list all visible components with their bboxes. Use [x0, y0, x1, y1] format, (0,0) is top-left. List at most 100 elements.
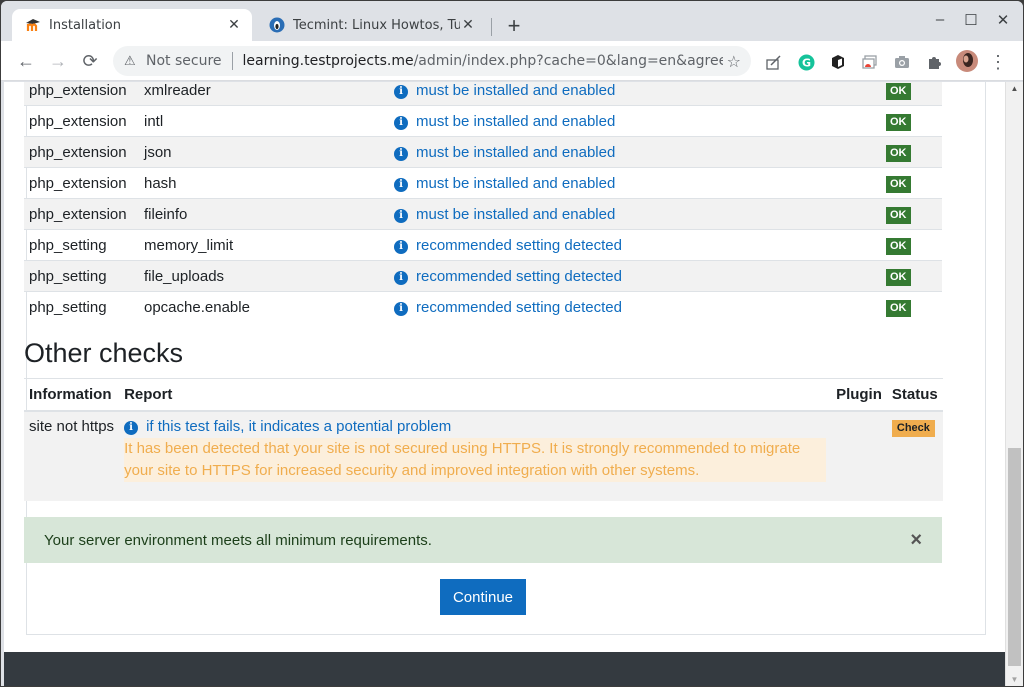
info-icon[interactable]: i: [394, 270, 408, 285]
status-cell: OK: [881, 105, 942, 137]
report-cell: i recommended setting detected: [389, 229, 881, 261]
check-type-cell: php_extension: [24, 198, 139, 230]
tab-title: Installation: [49, 17, 122, 33]
status-cell: OK: [881, 82, 942, 106]
report-link[interactable]: recommended setting detected: [416, 268, 622, 285]
camera-extension-icon[interactable]: [893, 53, 911, 71]
info-icon[interactable]: i: [124, 420, 139, 435]
report-link[interactable]: recommended setting detected: [416, 237, 622, 254]
page-footer: [4, 652, 1005, 686]
maximize-button[interactable]: ☐: [961, 11, 981, 29]
tecmint-icon: [269, 17, 285, 33]
cube-extension-icon[interactable]: [829, 53, 847, 71]
table-row: php_extension hash i must be installed and …: [24, 167, 942, 199]
divider: [231, 52, 233, 70]
browser-menu-icon[interactable]: ⋮: [989, 52, 1007, 72]
vertical-scrollbar[interactable]: ▲ ▼: [1005, 82, 1023, 686]
tab-tecmint[interactable]: Tecmint: Linux Howtos, Tutori ✕: [256, 9, 486, 41]
success-alert: Your server environment meets all minimu…: [24, 517, 942, 563]
reload-button[interactable]: ⟳: [80, 51, 100, 71]
close-alert-icon[interactable]: ×: [910, 529, 922, 552]
column-header-information: Information: [24, 378, 120, 412]
other-checks-table: Information Report Plugin Status site no…: [24, 378, 943, 501]
report-link[interactable]: must be installed and enabled: [416, 82, 615, 99]
info-icon[interactable]: i: [394, 84, 408, 99]
check-name-cell: file_uploads: [139, 260, 389, 292]
table-row: php_setting opcache.enable i recommended se…: [24, 291, 942, 323]
check-type-cell: php_setting: [24, 291, 139, 323]
report-cell: i must be installed and enabled: [389, 136, 881, 168]
status-badge: OK: [886, 144, 911, 162]
plugin-cell: [831, 410, 887, 501]
info-icon[interactable]: i: [394, 239, 408, 254]
status-cell: OK: [881, 260, 942, 292]
status-cell: OK: [881, 198, 942, 230]
check-type-cell: php_extension: [24, 167, 139, 199]
tab-installation[interactable]: Installation ✕: [12, 9, 252, 41]
extensions-puzzle-icon[interactable]: [925, 53, 943, 71]
info-icon[interactable]: i: [394, 146, 408, 161]
new-tab-button[interactable]: +: [503, 15, 525, 37]
check-name-cell: hash: [139, 167, 389, 199]
column-header-status: Status: [886, 378, 943, 412]
bookmark-star-icon[interactable]: ☆: [727, 52, 741, 71]
profile-avatar[interactable]: [956, 50, 978, 72]
table-row: php_extension intl i must be installed and …: [24, 105, 942, 137]
report-cell: i recommended setting detected: [389, 260, 881, 292]
report-link[interactable]: if this test fails, it indicates a poten…: [146, 418, 451, 435]
scroll-up-arrow-icon[interactable]: ▲: [1006, 84, 1023, 93]
browser-toolbar: ← → ⟳ ⚠ Not secure learning.testprojects…: [1, 41, 1023, 81]
continue-button[interactable]: Continue: [440, 579, 526, 615]
close-tab-icon[interactable]: ✕: [226, 17, 242, 33]
other-checks-heading: Other checks: [24, 338, 184, 368]
info-icon[interactable]: i: [394, 115, 408, 130]
status-badge: OK: [886, 82, 911, 100]
url-text[interactable]: learning.testprojects.me/admin/index.php…: [243, 53, 723, 69]
column-header-report: Report: [119, 378, 832, 412]
report-cell: i recommended setting detected: [389, 291, 881, 323]
edit-extension-icon[interactable]: [765, 53, 783, 71]
check-name-cell: intl: [139, 105, 389, 137]
info-icon[interactable]: i: [394, 301, 408, 316]
status-cell: OK: [881, 167, 942, 199]
cast-extension-icon[interactable]: [861, 53, 879, 71]
check-type-cell: php_setting: [24, 260, 139, 292]
check-type-cell: php_setting: [24, 229, 139, 261]
report-link[interactable]: must be installed and enabled: [416, 144, 615, 161]
grammarly-icon[interactable]: G: [797, 53, 815, 71]
scrollbar-thumb[interactable]: [1008, 448, 1021, 666]
alert-message: Your server environment meets all minimu…: [44, 531, 432, 549]
status-cell: OK: [881, 229, 942, 261]
moodle-icon: [25, 17, 41, 33]
close-tab-icon[interactable]: ✕: [460, 17, 476, 33]
report-link[interactable]: recommended setting detected: [416, 299, 622, 316]
other-checks-header-row: Information Report Plugin Status: [24, 378, 943, 412]
report-link[interactable]: must be installed and enabled: [416, 175, 615, 192]
check-name-cell: fileinfo: [139, 198, 389, 230]
report-cell: i must be installed and enabled: [389, 105, 881, 137]
svg-text:G: G: [801, 56, 810, 69]
tab-title: Tecmint: Linux Howtos, Tutori: [293, 17, 460, 33]
check-type-cell: php_extension: [24, 82, 139, 106]
info-icon[interactable]: i: [394, 177, 408, 192]
security-label[interactable]: Not secure: [146, 53, 222, 69]
check-name-cell: xmlreader: [139, 82, 389, 106]
minimize-button[interactable]: –: [930, 11, 950, 28]
report-link[interactable]: must be installed and enabled: [416, 113, 615, 130]
back-button[interactable]: ←: [16, 51, 36, 71]
scroll-down-arrow-icon[interactable]: ▼: [1006, 675, 1023, 684]
table-row: php_extension json i must be installed and …: [24, 136, 942, 168]
status-badge: OK: [886, 237, 911, 255]
check-name-cell: json: [139, 136, 389, 168]
column-header-plugin: Plugin: [831, 378, 887, 412]
status-badge: OK: [886, 268, 911, 286]
status-cell: OK: [881, 136, 942, 168]
info-icon[interactable]: i: [394, 208, 408, 223]
forward-button[interactable]: →: [48, 51, 68, 71]
check-name-cell: memory_limit: [139, 229, 389, 261]
report-link[interactable]: must be installed and enabled: [416, 206, 615, 223]
close-window-button[interactable]: ✕: [993, 11, 1013, 29]
check-type-cell: php_extension: [24, 136, 139, 168]
address-bar[interactable]: ⚠ Not secure learning.testprojects.me/ad…: [113, 46, 751, 76]
warning-icon[interactable]: ⚠: [124, 54, 140, 69]
